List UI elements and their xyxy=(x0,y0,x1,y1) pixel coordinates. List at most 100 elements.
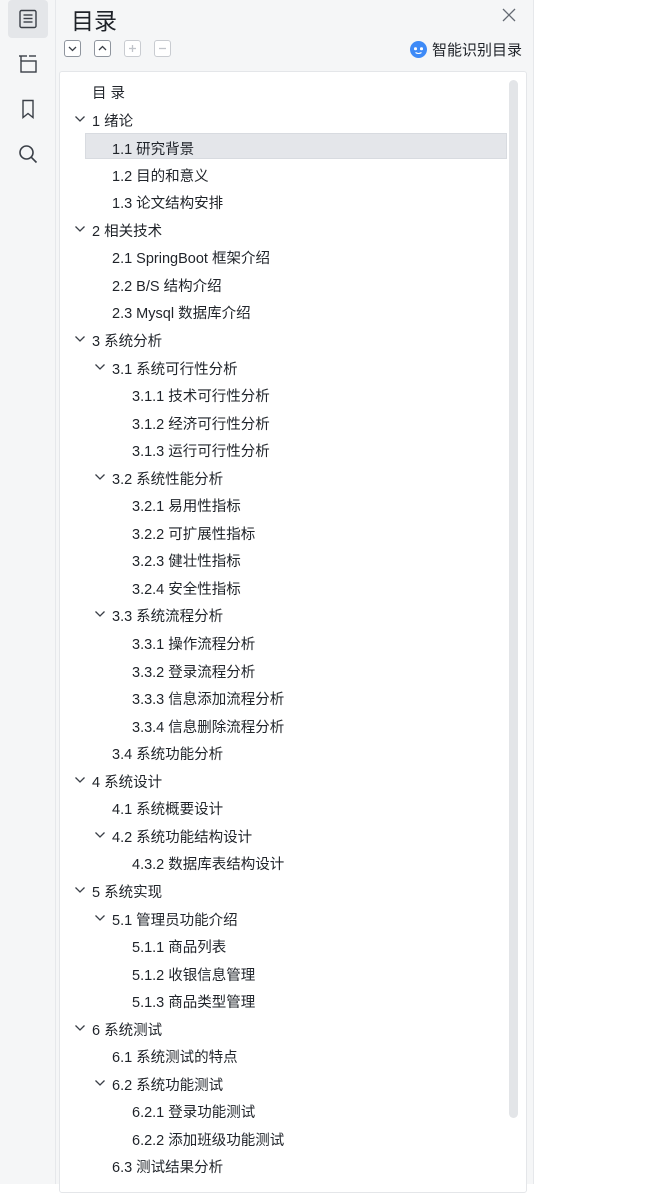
search-icon[interactable] xyxy=(8,135,48,173)
toc-item-label: 3 系统分析 xyxy=(92,333,163,350)
toc-item[interactable]: 3.3.1 操作流程分析 xyxy=(60,629,506,655)
toc-item-label: 3.1 系统可行性分析 xyxy=(112,361,238,378)
toc-item-label: 1.2 目的和意义 xyxy=(112,168,209,185)
toc-item-label: 1 绪论 xyxy=(92,113,134,130)
toc-item[interactable]: 6.3 测试结果分析 xyxy=(60,1152,506,1178)
chevron-down-icon[interactable] xyxy=(73,112,87,126)
toc-item[interactable]: 3.2.4 安全性指标 xyxy=(60,574,506,600)
toc-item[interactable]: 6.2 系统功能测试 xyxy=(60,1070,506,1096)
left-icon-rail xyxy=(0,0,56,1184)
chevron-down-icon[interactable] xyxy=(73,1021,87,1035)
collapse-all-button[interactable] xyxy=(64,40,81,57)
minus-icon xyxy=(159,47,166,50)
close-icon[interactable] xyxy=(500,6,518,24)
chevron-down-icon[interactable] xyxy=(93,1076,107,1090)
toc-item[interactable]: 4.3.2 数据库表结构设计 xyxy=(60,849,506,875)
toc-item-label: 4 系统设计 xyxy=(92,774,163,791)
toc-item[interactable]: 5.1 管理员功能介绍 xyxy=(60,905,506,931)
chevron-down-icon[interactable] xyxy=(93,828,107,842)
toc-item[interactable]: 3.1 系统可行性分析 xyxy=(60,354,506,380)
toc-item-label: 1.1 研究背景 xyxy=(112,142,195,159)
toc-item-label: 2 相关技术 xyxy=(92,223,163,240)
toc-item[interactable]: 5.1.1 商品列表 xyxy=(60,932,506,958)
toc-item[interactable]: 3.1.1 技术可行性分析 xyxy=(60,381,506,407)
toc-item[interactable]: 6 系统测试 xyxy=(60,1015,506,1041)
toc-item[interactable]: 6.2.2 添加班级功能测试 xyxy=(60,1125,506,1151)
toc-item-label: 4.2 系统功能结构设计 xyxy=(112,829,253,846)
toc-item[interactable]: 3.2 系统性能分析 xyxy=(60,464,506,490)
scrollbar[interactable] xyxy=(509,80,518,1118)
toc-item-label: 6.1 系统测试的特点 xyxy=(112,1050,238,1067)
toc-item-label: 2.2 B/S 结构介绍 xyxy=(112,278,222,295)
ai-recognize-toc-button[interactable]: 智能识别目录 xyxy=(409,37,522,61)
toc-item-label: 目 录 xyxy=(92,86,126,102)
toc-item-label: 3.2.2 可扩展性指标 xyxy=(132,526,256,543)
toc-item[interactable]: 3.3.3 信息添加流程分析 xyxy=(60,684,506,710)
toc-item[interactable]: 2.3 Mysql 数据库介绍 xyxy=(60,298,506,324)
remove-entry-button[interactable] xyxy=(154,40,171,57)
toc-item-label: 5.1.2 收银信息管理 xyxy=(132,967,256,984)
ai-recognize-label: 智能识别目录 xyxy=(432,41,523,59)
toc-item[interactable]: 3.2.1 易用性指标 xyxy=(60,491,506,517)
expand-all-button[interactable] xyxy=(94,40,111,57)
chevron-down-icon[interactable] xyxy=(73,883,87,897)
toc-item-label: 3.2.4 安全性指标 xyxy=(132,581,241,598)
toc-item[interactable]: 2.1 SpringBoot 框架介绍 xyxy=(60,243,506,269)
toc-item-label: 3.2.1 易用性指标 xyxy=(132,499,241,516)
chevron-down-icon[interactable] xyxy=(93,607,107,621)
toc-item[interactable]: 1 绪论 xyxy=(60,106,506,132)
toc-item[interactable]: 3.1.2 经济可行性分析 xyxy=(60,409,506,435)
toc-item-label: 6.2.2 添加班级功能测试 xyxy=(132,1132,285,1149)
toc-item[interactable]: 4.2 系统功能结构设计 xyxy=(60,822,506,848)
toc-item[interactable]: 4.1 系统概要设计 xyxy=(60,794,506,820)
chevron-down-icon[interactable] xyxy=(73,773,87,787)
toc-item[interactable]: 4 系统设计 xyxy=(60,767,506,793)
structure-icon[interactable] xyxy=(8,45,48,83)
toc-item[interactable]: 5 系统实现 xyxy=(60,877,506,903)
toc-item[interactable]: 3.2.2 可扩展性指标 xyxy=(60,519,506,545)
toc-item-label: 6.2.1 登录功能测试 xyxy=(132,1105,256,1122)
toc-item-label: 1.3 论文结构安排 xyxy=(112,196,224,213)
toc-item[interactable]: 6.2.1 登录功能测试 xyxy=(60,1097,506,1123)
toc-item[interactable]: 3.4 系统功能分析 xyxy=(60,739,506,765)
toc-item[interactable]: 3 系统分析 xyxy=(60,326,506,352)
toc-item[interactable]: 1.1 研究背景 xyxy=(85,133,507,160)
toc-item[interactable]: 5.1.2 收银信息管理 xyxy=(60,960,506,986)
bookmark-icon[interactable] xyxy=(8,90,48,128)
toc-item[interactable]: 5.1.3 商品类型管理 xyxy=(60,987,506,1013)
toc-item-label: 3.1.2 经济可行性分析 xyxy=(132,416,270,433)
chevron-up-icon xyxy=(98,45,107,51)
chevron-down-icon[interactable] xyxy=(93,470,107,484)
toc-item[interactable]: 2.2 B/S 结构介绍 xyxy=(60,271,506,297)
toc-item[interactable]: 2 相关技术 xyxy=(60,216,506,242)
toc-item-label: 3.4 系统功能分析 xyxy=(112,747,224,764)
toc-item[interactable]: 3.2.3 健壮性指标 xyxy=(60,546,506,572)
toc-item-label: 3.3.2 登录流程分析 xyxy=(132,664,256,681)
toc-item[interactable]: 目 录 xyxy=(60,78,506,104)
toc-panel: 目录 智能识别目录 目 录1 绪论 1.1 研究背景 1.2 目的和意义 1.3… xyxy=(56,0,534,1193)
toc-item[interactable]: 6.1 系统测试的特点 xyxy=(60,1042,506,1068)
toc-item[interactable]: 1.2 目的和意义 xyxy=(60,161,506,187)
toc-item-label: 3.3.1 操作流程分析 xyxy=(132,637,256,653)
chevron-down-icon[interactable] xyxy=(73,222,87,236)
toc-item[interactable]: 1.3 论文结构安排 xyxy=(60,188,506,214)
toc-item-label: 6.2 系统功能测试 xyxy=(112,1077,224,1094)
toc-item-label: 3.1.1 技术可行性分析 xyxy=(132,389,270,406)
add-entry-button[interactable] xyxy=(124,40,141,57)
toc-item[interactable]: 3.1.3 运行可行性分析 xyxy=(60,436,506,462)
chevron-down-icon[interactable] xyxy=(73,332,87,346)
chevron-down-icon[interactable] xyxy=(93,911,107,925)
toc-item-label: 3.2 系统性能分析 xyxy=(112,471,224,488)
toc-item-label: 6.3 测试结果分析 xyxy=(112,1160,224,1177)
outline-icon[interactable] xyxy=(8,0,48,38)
ai-assistant-icon xyxy=(410,40,427,58)
toc-item-label: 4.3.2 数据库表结构设计 xyxy=(132,857,285,874)
toc-item[interactable]: 3.3.2 登录流程分析 xyxy=(60,657,506,683)
toc-item-label: 2.3 Mysql 数据库介绍 xyxy=(112,306,251,323)
toc-item-label: 3.1.3 运行可行性分析 xyxy=(132,444,270,461)
chevron-down-icon[interactable] xyxy=(93,360,107,374)
toc-item-label: 3.3 系统流程分析 xyxy=(112,609,224,626)
toc-item[interactable]: 3.3 系统流程分析 xyxy=(60,601,506,627)
toc-item-label: 5.1.3 商品类型管理 xyxy=(132,995,256,1012)
toc-item[interactable]: 3.3.4 信息删除流程分析 xyxy=(60,712,506,738)
